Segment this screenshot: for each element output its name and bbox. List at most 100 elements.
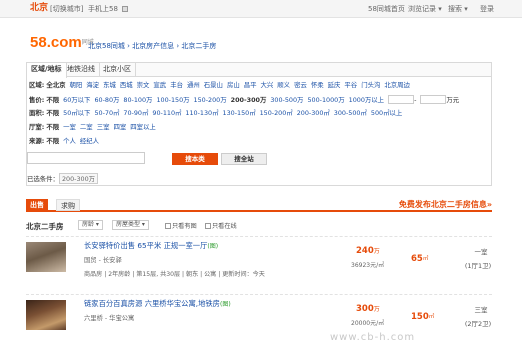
filter-option[interactable]: 密云 [294,81,307,89]
filter-option[interactable]: 大兴 [261,81,274,89]
listing-title[interactable]: 长安驿特价出售 65平米 正规一室一厅(图) [84,241,218,251]
tab-community[interactable]: 北京小区 [99,63,136,77]
list-tab-bar: 出售 求购 免费发布北京二手房信息» [26,198,492,212]
tab-subway[interactable]: 地铁沿线 [63,63,100,77]
history-dropdown[interactable]: 浏览记录 ▾ [408,5,442,13]
filter-label: 厅室: [29,123,45,131]
filter-option[interactable]: 四室以上 [130,123,156,131]
tab-buy[interactable]: 求购 [56,199,80,211]
filter-option[interactable]: 顺义 [277,81,290,89]
filter-option[interactable]: 100-150万 [156,96,189,104]
filter-row-area: 面积: 不限 50㎡以下 50-70㎡ 70-90㎡ 90-110㎡ 110-130㎡ 130… [29,109,406,118]
listing-area: 65㎡ [411,254,428,264]
tab-district[interactable]: 区域/地标 [27,63,67,78]
filter-option[interactable]: 西城 [120,81,133,89]
filter-option[interactable]: 平谷 [344,81,357,89]
filter-option[interactable]: 70-90㎡ [123,109,148,117]
price-min-input[interactable] [388,95,415,104]
filter-option[interactable]: 丰台 [170,81,183,89]
filter-option[interactable]: 宣武 [153,81,166,89]
listing-title-text[interactable]: 长安驿特价出售 65平米 正规一室一厅 [84,241,207,250]
only-image-checkbox[interactable]: 只看有图 [165,221,197,230]
filter-row-rooms: 厅室: 不限 一室 二室 三室 四室 四室以上 [29,123,160,132]
area-value: 65 [411,254,423,264]
filter-option[interactable]: 房山 [227,81,240,89]
filter-row-district: 区域: 全北京 朝阳 海淀 东城 西城 崇文 宣武 丰台 通州 石景山 房山 昌平 大兴 顺义 密云 怀柔 延庆平… [29,81,414,90]
filter-option[interactable]: 150-200万 [194,96,227,104]
listing-title[interactable]: 链家百分百真房源 六里桥华宝公寓,地铁房(图) [84,299,231,309]
checkbox-icon [205,223,211,229]
filter-option[interactable]: 50-70㎡ [94,109,119,117]
filter-selected[interactable]: 不限 [46,123,59,131]
house-type-select[interactable]: 房屋类型 ▾ [112,220,149,230]
filter-row-price: 售价: 不限 60万以下 60-80万 80-100万 100-150万 150-200万 2… [29,95,463,105]
filter-option[interactable]: 个人 [63,137,76,145]
listing-photo[interactable] [26,300,66,330]
filter-option[interactable]: 延庆 [328,81,341,89]
keyword-input[interactable] [27,152,145,164]
filter-option[interactable]: 90-110㎡ [152,109,181,117]
filter-option[interactable]: 门头沟 [361,81,380,89]
listing-title-text[interactable]: 链家百分百真房源 六里桥华宝公寓,地铁房 [84,299,220,308]
filter-option[interactable]: 200-300㎡ [297,109,330,117]
filter-option[interactable]: 60-80万 [94,96,119,104]
filter-selected[interactable]: 不限 [46,96,59,104]
filter-option[interactable]: 150-200㎡ [260,109,293,117]
price-unit-label: 万元 [446,95,460,104]
filter-option[interactable]: 石景山 [204,81,223,89]
price-max-input[interactable] [420,95,447,104]
listing-area: 150㎡ [411,312,434,322]
filter-option[interactable]: 一室 [63,123,76,131]
filter-option[interactable]: 1000万以上 [349,96,384,104]
search-all-button[interactable]: 搜全站 [221,153,267,165]
filter-option[interactable]: 300-500㎡ [334,109,367,117]
filter-selected[interactable]: 不限 [46,137,59,145]
list-item[interactable]: 长安驿特价出售 65平米 正规一室一厅(图) 国贸 - 长安驿 商品房 | 2年… [26,236,492,294]
filter-option[interactable]: 北京周边 [384,81,410,89]
search-category-button[interactable]: 搜本类 [172,153,218,165]
filter-option[interactable]: 东城 [103,81,116,89]
filter-option[interactable]: 三室 [97,123,110,131]
filter-label: 面积: [29,109,45,117]
filter-option[interactable]: 朝阳 [70,81,83,89]
filter-option[interactable]: 130-150㎡ [223,109,256,117]
free-post-link[interactable]: 免费发布北京二手房信息» [399,199,492,210]
filter-label: 售价: [29,95,45,104]
filter-label: 区域: [29,81,45,89]
filter-option[interactable]: 110-130㎡ [185,109,218,117]
only-online-label: 只看在线 [212,223,237,230]
login-link[interactable]: 登录 [480,5,494,13]
filter-option[interactable]: 80-100万 [123,96,152,104]
listing-price: 240万 [356,246,380,256]
filter-selected[interactable]: 全北京 [46,81,65,89]
filter-selected[interactable]: 不限 [46,109,59,117]
filter-option[interactable]: 海淀 [86,81,99,89]
filter-option[interactable]: 怀柔 [311,81,324,89]
qr-icon[interactable] [122,6,128,12]
filter-option[interactable]: 经纪人 [80,137,99,145]
mobile-link[interactable]: 手机上58 [88,5,118,13]
listing-photo[interactable] [26,242,66,272]
filter-option[interactable]: 200-300万 [231,96,267,104]
switch-city-link[interactable]: [切换城市] [50,5,83,13]
filter-option[interactable]: 500㎡以上 [371,109,402,117]
filter-option[interactable]: 500-1000万 [307,96,344,104]
filter-option[interactable]: 60万以下 [63,96,90,104]
site-logo[interactable]: 58.com同城 [30,35,94,50]
filter-option[interactable]: 通州 [187,81,200,89]
listing-rooms: 三室 [474,306,488,314]
filter-option[interactable]: 四室 [113,123,126,131]
filter-option[interactable]: 崇文 [137,81,150,89]
list-item[interactable]: 链家百分百真房源 六里桥华宝公寓,地铁房(图) 六里桥 - 华宝公寓 300万 … [26,294,492,349]
home-link[interactable]: 58同城首页 [368,5,405,13]
chosen-tag[interactable]: 200-300万 [58,173,99,184]
breadcrumb[interactable]: 北京58同城 › 北京房产信息 › 北京二手房 [88,41,216,51]
tab-sell[interactable]: 出售 [26,199,48,211]
filter-option[interactable]: 50㎡以下 [63,109,90,117]
search-dropdown[interactable]: 搜索 ▾ [448,5,468,13]
filter-option[interactable]: 300-500万 [270,96,303,104]
filter-option[interactable]: 昌平 [244,81,257,89]
house-age-select[interactable]: 房龄 ▾ [78,220,103,230]
only-online-checkbox[interactable]: 只看在线 [205,221,237,230]
filter-option[interactable]: 二室 [80,123,93,131]
